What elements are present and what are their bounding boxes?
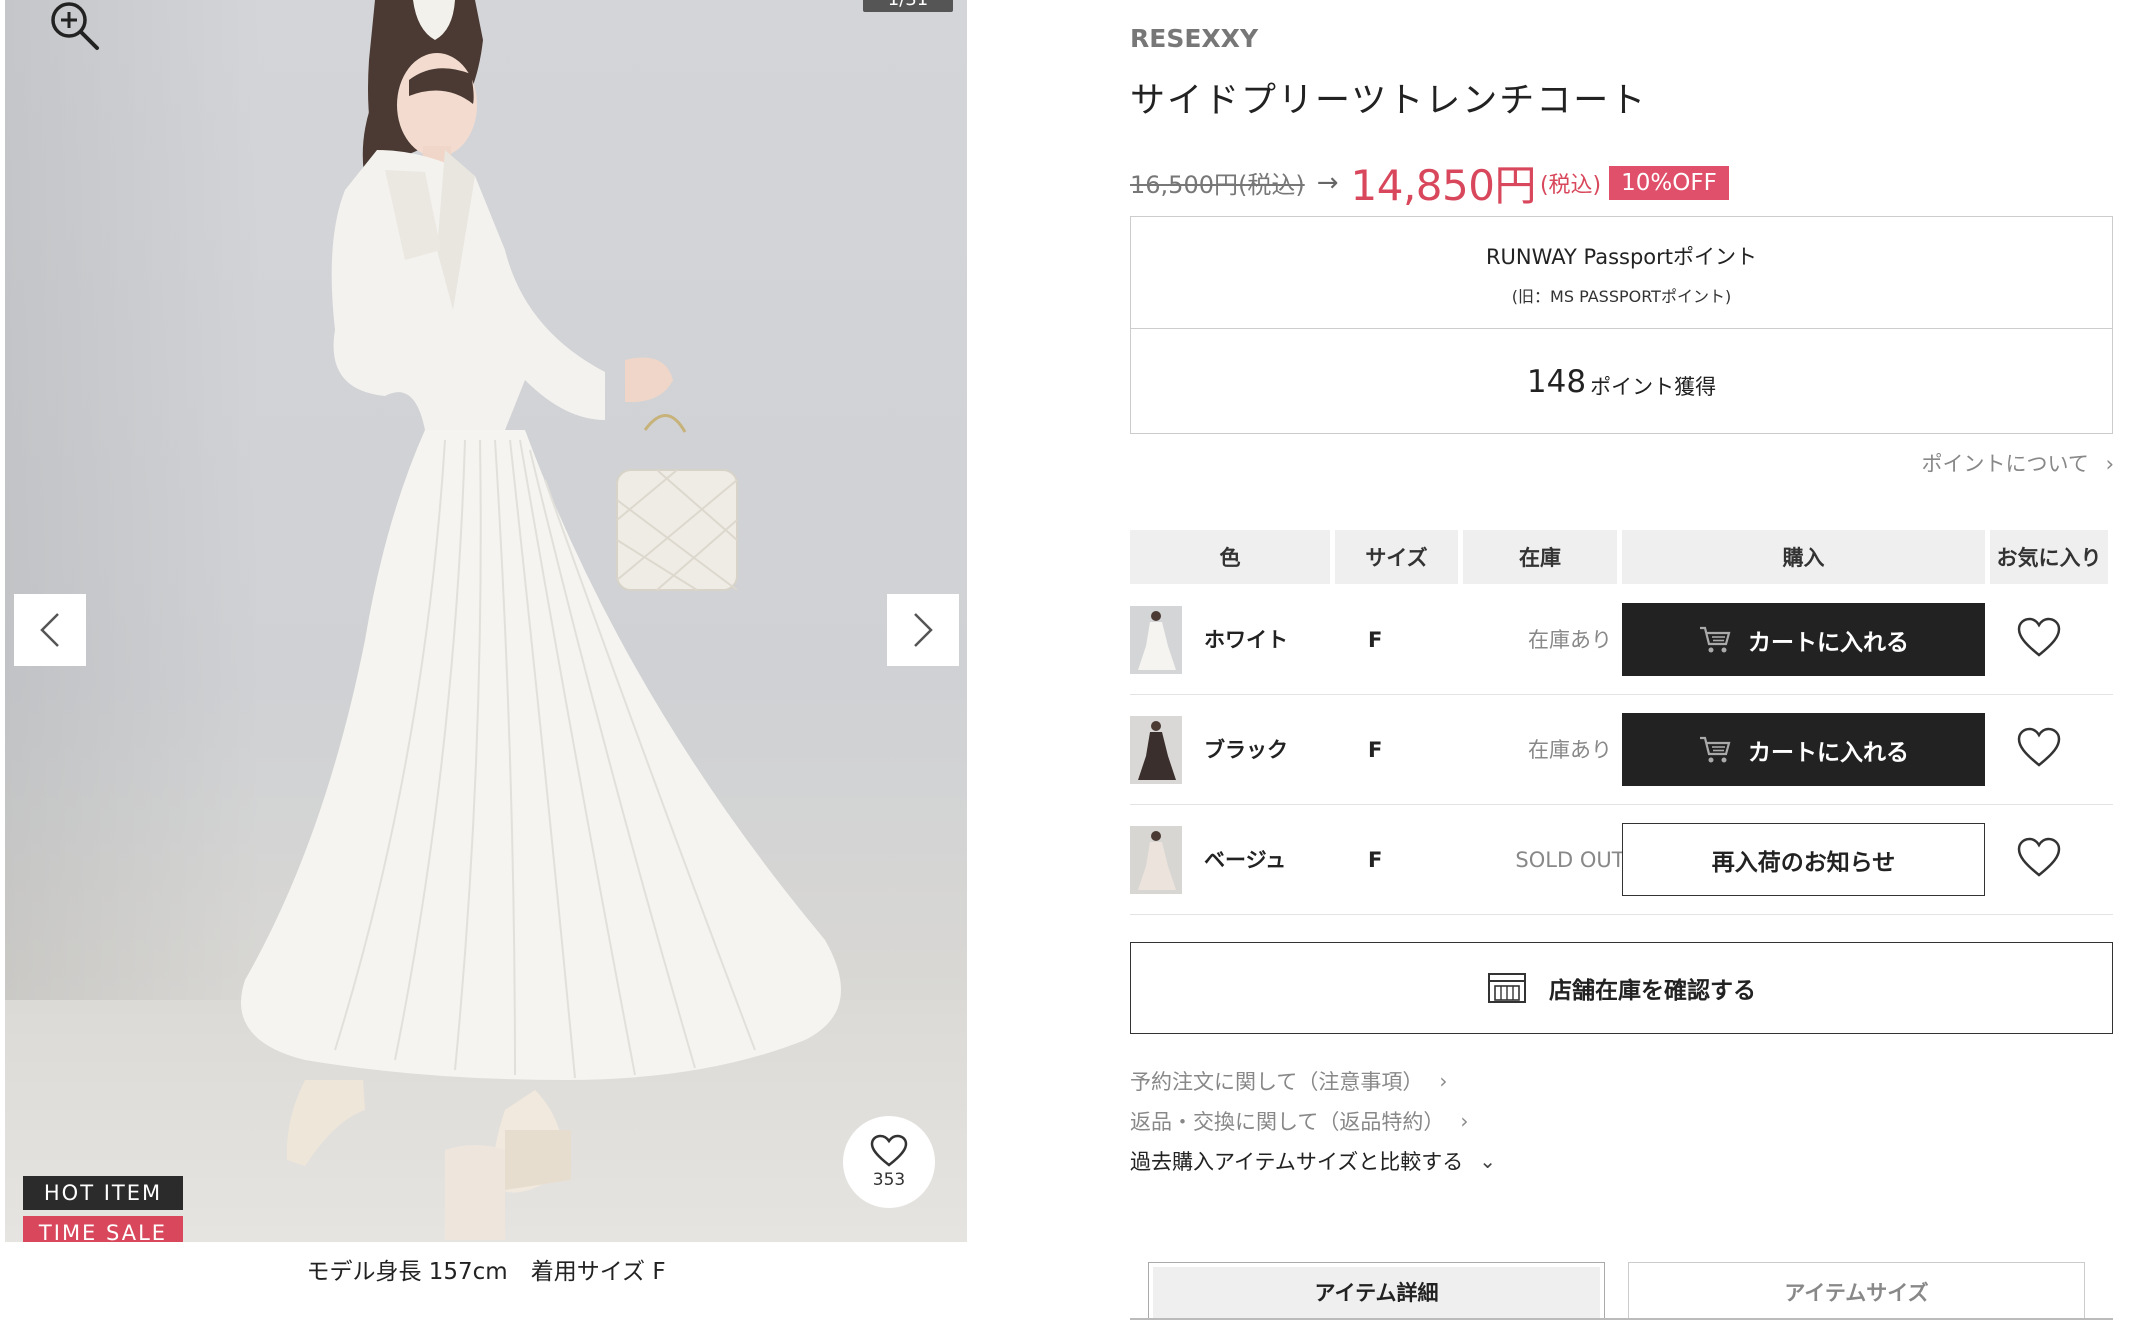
reservation-notes-link[interactable]: 予約注文に関して（注意事項） › (1130, 1066, 1447, 1096)
add-to-cart-button-white[interactable]: カートに入れる (1622, 603, 1985, 676)
original-price: 16,500円(税込) (1130, 171, 1305, 199)
product-title: サイドプリーツトレンチコート (1130, 81, 1648, 121)
product-photo (241, 0, 841, 1240)
compare-size-toggle[interactable]: 過去購入アイテムサイズと比較する ⌄ (1130, 1146, 1496, 1176)
color-thumbnail-black (1130, 716, 1182, 784)
tab-item-details[interactable]: アイテム詳細 (1148, 1262, 1605, 1320)
header-buy: 購入 (1622, 530, 1985, 584)
price-row: 16,500円(税込) → 14,850円 (税込) 10%OFF (1130, 152, 1729, 213)
points-amount: 148 (1526, 363, 1587, 400)
check-store-stock-button[interactable]: 店舗在庫を確認する (1130, 942, 2113, 1034)
points-label: ポイント獲得 (1590, 374, 1717, 399)
header-stock: 在庫 (1463, 530, 1617, 584)
hot-item-badge: HOT ITEM (23, 1176, 183, 1210)
restock-notify-label: 再入荷のお知らせ (1711, 849, 1896, 876)
color-name: ベージュ (1204, 848, 1287, 872)
chevron-right-icon: › (2105, 452, 2114, 476)
points-box: RUNWAY Passportポイント (旧：MS PASSPORTポイント) … (1130, 216, 2113, 434)
color-name: ブラック (1204, 738, 1288, 762)
heart-icon[interactable] (2016, 725, 2062, 771)
reservation-notes-label: 予約注文に関して（注意事項） (1130, 1070, 1424, 1094)
model-size-caption: モデル身長 157cm 着用サイズ F (306, 1259, 666, 1285)
add-to-cart-button-black[interactable]: カートに入れる (1622, 713, 1985, 786)
header-color: 色 (1130, 530, 1330, 584)
size-value: F (1368, 738, 1383, 762)
tax-label: (税込) (1539, 172, 1602, 198)
brand-name[interactable]: RESEXXY (1130, 24, 1258, 53)
restock-notify-button[interactable]: 再入荷のお知らせ (1622, 823, 1985, 896)
discount-badge: 10%OFF (1609, 165, 1729, 200)
returns-policy-link[interactable]: 返品・交換に関して（返品特約） › (1130, 1106, 1468, 1136)
header-favorite: お気に入り (1990, 530, 2108, 584)
product-image-gallery[interactable]: 1/31 353 HOT ITEM TIME SALE (5, 0, 967, 1242)
points-program-old-name: (旧：MS PASSPORTポイント) (1511, 287, 1732, 306)
size-value: F (1368, 628, 1383, 652)
sku-table-header: 色 サイズ 在庫 購入 お気に入り (1130, 530, 2113, 584)
chevron-right-icon (914, 613, 933, 647)
heart-icon[interactable] (2016, 615, 2062, 661)
cart-icon (1700, 736, 1731, 762)
color-name: ホワイト (1204, 628, 1288, 652)
cart-icon (1700, 626, 1731, 652)
heart-icon (870, 1134, 908, 1167)
sale-price: 14,850円 (1350, 161, 1537, 210)
chevron-right-icon: › (1439, 1069, 1448, 1093)
chevron-left-icon (40, 613, 59, 647)
color-thumbnail-white (1130, 606, 1182, 674)
about-points-label: ポイントについて (1921, 452, 2089, 476)
compare-size-label: 過去購入アイテムサイズと比較する (1130, 1150, 1464, 1174)
color-thumbnail-beige (1130, 826, 1182, 894)
heart-icon[interactable] (2016, 835, 2062, 881)
add-to-cart-label: カートに入れる (1748, 739, 1909, 766)
chevron-right-icon: › (1460, 1109, 1469, 1133)
points-program-name: RUNWAY Passportポイント (1485, 245, 1758, 269)
detail-tabs: アイテム詳細 アイテムサイズ (1148, 1262, 2088, 1320)
price-arrow: → (1316, 167, 1339, 198)
image-counter: 1/31 (863, 0, 953, 12)
chevron-down-icon: ⌄ (1479, 1149, 1497, 1173)
store-icon (1488, 973, 1526, 1003)
next-image-button[interactable] (887, 594, 959, 666)
about-points-link[interactable]: ポイントについて › (1922, 448, 2114, 478)
favorite-count-button[interactable]: 353 (843, 1116, 935, 1208)
zoom-in-icon[interactable] (41, 0, 105, 52)
returns-policy-label: 返品・交換に関して（返品特約） (1130, 1110, 1445, 1134)
add-to-cart-label: カートに入れる (1748, 629, 1909, 656)
prev-image-button[interactable] (14, 594, 86, 666)
sku-row-white: ホワイト F 在庫あり カートに入れる (1130, 585, 2113, 695)
header-size: サイズ (1335, 530, 1458, 584)
sku-row-black: ブラック F 在庫あり カートに入れる (1130, 695, 2113, 805)
time-sale-badge: TIME SALE (23, 1216, 183, 1242)
tab-item-size[interactable]: アイテムサイズ (1628, 1262, 2085, 1320)
size-value: F (1368, 848, 1383, 872)
favorite-count: 353 (872, 1170, 906, 1190)
sku-row-beige: ベージュ F SOLD OUT 再入荷のお知らせ (1130, 805, 2113, 915)
check-store-stock-label: 店舗在庫を確認する (1549, 978, 1756, 1004)
